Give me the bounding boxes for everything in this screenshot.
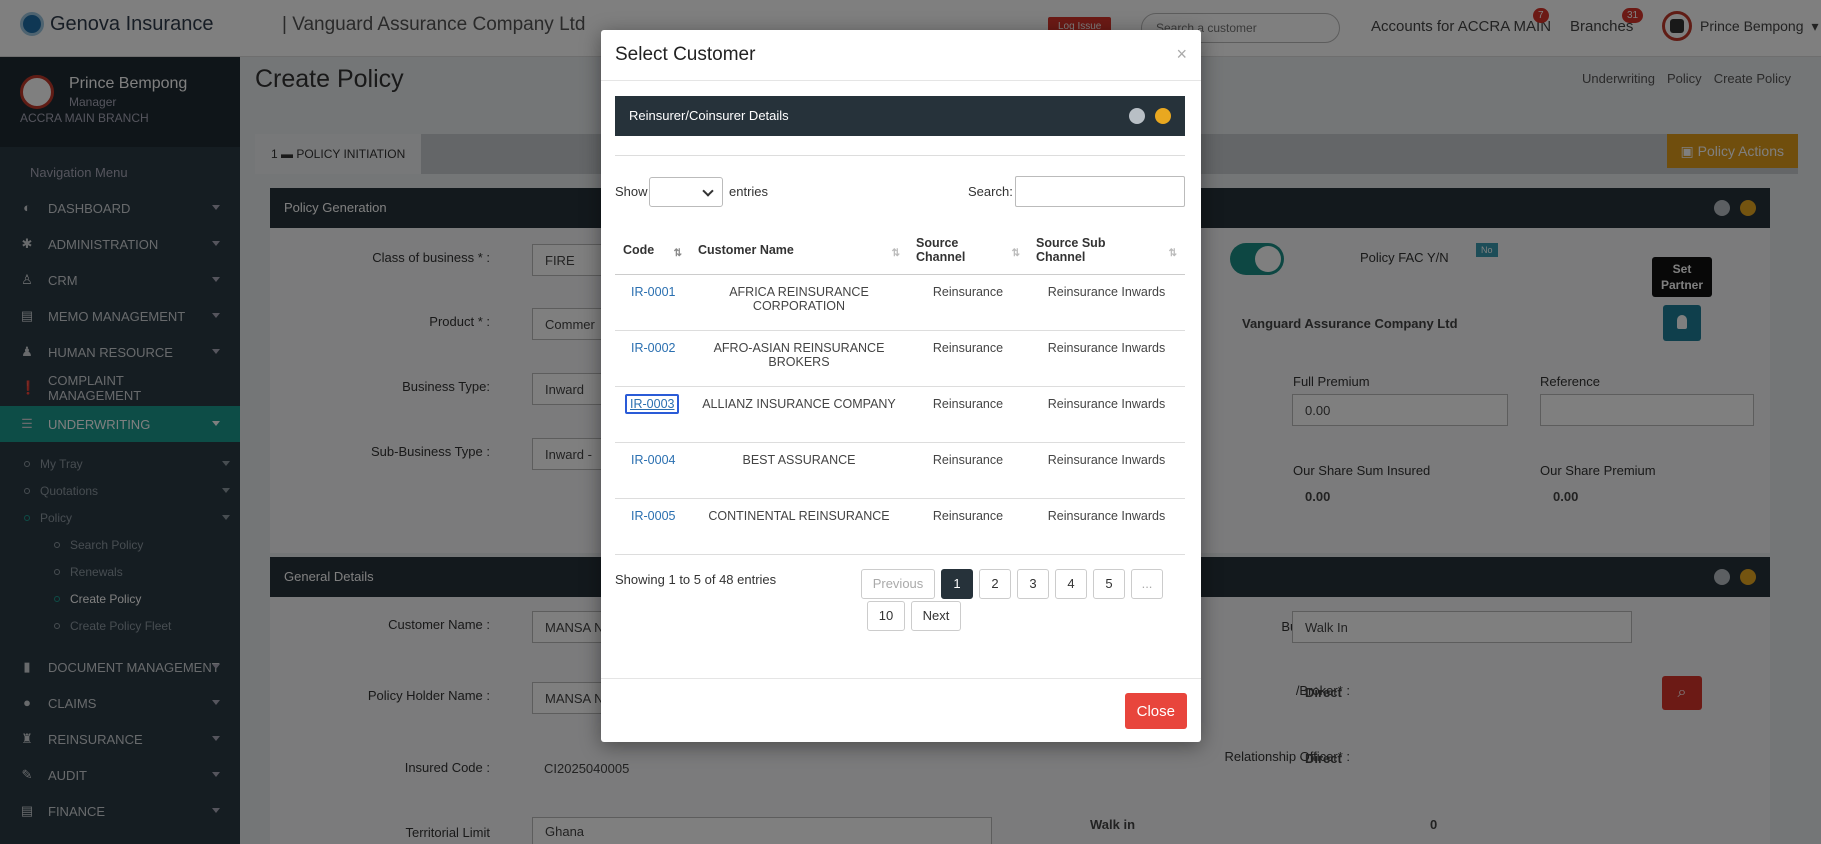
customer-code-link[interactable]: IR-0001	[631, 285, 675, 299]
column-header-source-channel[interactable]: Source Channel ⇅	[908, 226, 1028, 275]
cell-source-channel: Reinsurance	[908, 386, 1028, 443]
table-row[interactable]: IR-0002 AFRO-ASIAN REINSURANCE BROKERS R…	[615, 330, 1185, 387]
cell-customer-name: AFRICA REINSURANCE CORPORATION	[690, 274, 908, 331]
show-label: Show	[615, 184, 648, 199]
sort-icon: ⇅	[1168, 248, 1177, 259]
header-label: Customer Name	[698, 242, 794, 257]
collapse-icon[interactable]	[1129, 108, 1145, 124]
divider	[615, 155, 1185, 156]
section-title: Reinsurer/Coinsurer Details	[629, 108, 789, 123]
pagination-page-4[interactable]: 4	[1055, 569, 1087, 599]
customer-code-link[interactable]: IR-0005	[631, 509, 675, 523]
cell-code: IR-0005	[615, 498, 690, 555]
modal-footer: Close	[601, 678, 1201, 742]
sort-icon: ⇅	[891, 248, 900, 259]
header-label: Code	[623, 242, 655, 257]
sort-icon: ⇅	[1011, 248, 1020, 259]
cell-code: IR-0001	[615, 274, 690, 331]
table-info: Showing 1 to 5 of 48 entries	[615, 572, 777, 587]
cell-source-sub-channel: Reinsurance Inwards	[1028, 386, 1185, 443]
cell-source-sub-channel: Reinsurance Inwards	[1028, 274, 1185, 331]
header-label: Source Channel	[916, 235, 966, 264]
pagination-page-1[interactable]: 1	[941, 569, 973, 599]
close-button[interactable]: Close	[1124, 693, 1187, 729]
search-label: Search:	[968, 184, 1013, 199]
close-icon[interactable]: ×	[1176, 44, 1187, 65]
cell-source-sub-channel: Reinsurance Inwards	[1028, 498, 1185, 555]
cell-customer-name: AFRO-ASIAN REINSURANCE BROKERS	[690, 330, 908, 387]
customer-code-link[interactable]: IR-0002	[631, 341, 675, 355]
customer-code-link[interactable]: IR-0004	[631, 453, 675, 467]
minimize-icon[interactable]	[1155, 108, 1171, 124]
pagination-page-2[interactable]: 2	[979, 569, 1011, 599]
entries-label: entries	[729, 184, 769, 199]
table-search-input[interactable]	[1015, 176, 1185, 207]
cell-code: IR-0004	[615, 442, 690, 499]
cell-code: IR-0003	[615, 386, 690, 443]
pagination-next[interactable]: Next	[911, 601, 961, 631]
column-header-customer-name[interactable]: Customer Name ⇅	[690, 226, 908, 275]
customer-code-link[interactable]: IR-0003	[625, 393, 680, 414]
pagination-page-5[interactable]: 5	[1093, 569, 1125, 599]
cell-customer-name: CONTINENTAL REINSURANCE	[690, 498, 908, 555]
page-length-select[interactable]	[649, 177, 723, 207]
customer-table: Code ⇅ Customer Name ⇅ Source Channel ⇅ Sou…	[615, 226, 1185, 555]
pagination-previous[interactable]: Previous	[861, 569, 935, 599]
column-header-source-sub-channel[interactable]: Source Sub Channel ⇅	[1028, 226, 1185, 275]
select-customer-modal: Select Customer × Reinsurer/Coinsurer De…	[601, 30, 1201, 742]
cell-source-sub-channel: Reinsurance Inwards	[1028, 330, 1185, 387]
cell-customer-name: ALLIANZ INSURANCE COMPANY	[690, 386, 908, 443]
modal-title: Select Customer	[615, 44, 756, 65]
pagination-page-10[interactable]: 10	[867, 601, 905, 631]
section-header: Reinsurer/Coinsurer Details	[615, 96, 1185, 136]
table-row[interactable]: IR-0005 CONTINENTAL REINSURANCE Reinsura…	[615, 498, 1185, 555]
pagination-page-3[interactable]: 3	[1017, 569, 1049, 599]
cell-source-channel: Reinsurance	[908, 498, 1028, 555]
cell-source-channel: Reinsurance	[908, 330, 1028, 387]
modal-header: Select Customer ×	[601, 30, 1201, 81]
table-row[interactable]: IR-0003 ALLIANZ INSURANCE COMPANY Reinsu…	[615, 386, 1185, 443]
cell-source-channel: Reinsurance	[908, 274, 1028, 331]
table-row[interactable]: IR-0004 BEST ASSURANCE Reinsurance Reins…	[615, 442, 1185, 499]
header-label: Source Sub Channel	[1036, 235, 1106, 264]
cell-code: IR-0002	[615, 330, 690, 387]
table-row[interactable]: IR-0001 AFRICA REINSURANCE CORPORATION R…	[615, 274, 1185, 331]
cell-customer-name: BEST ASSURANCE	[690, 442, 908, 499]
sort-icon: ⇅	[673, 248, 682, 259]
cell-source-channel: Reinsurance	[908, 442, 1028, 499]
cell-source-sub-channel: Reinsurance Inwards	[1028, 442, 1185, 499]
column-header-code[interactable]: Code ⇅	[615, 226, 690, 275]
pagination-ellipsis: ...	[1131, 569, 1163, 599]
